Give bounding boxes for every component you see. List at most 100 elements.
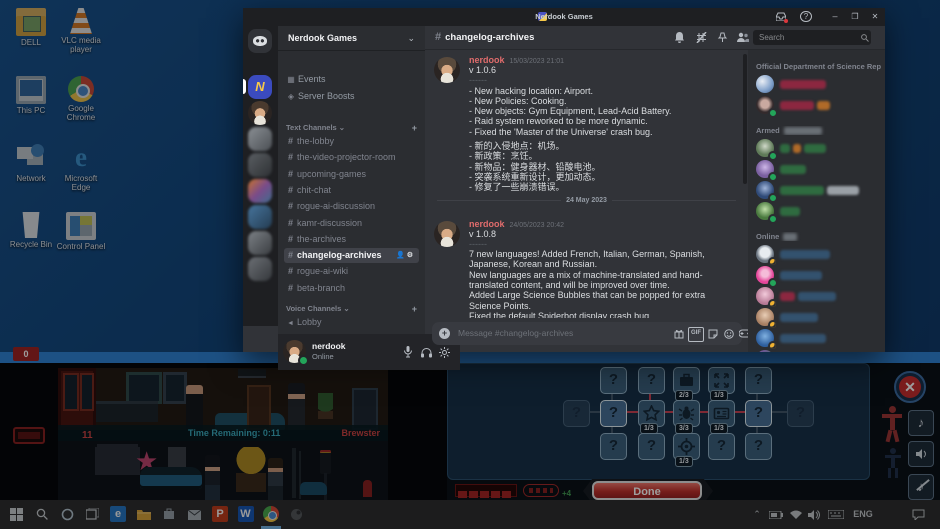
channel-kamr-discussion[interactable]: #kamr-discussion <box>284 216 419 231</box>
member-row[interactable] <box>756 96 881 115</box>
member-row[interactable] <box>756 139 881 158</box>
skill-node-bug[interactable]: 3/3 <box>673 400 700 427</box>
section-header[interactable]: Text Channels ⌄+ <box>286 122 417 134</box>
member-row[interactable] <box>756 181 881 200</box>
sticker-icon[interactable] <box>706 327 720 340</box>
gift-icon[interactable] <box>672 327 686 340</box>
skill-node-question[interactable]: ? <box>787 400 814 427</box>
taskbar-powerpoint-button[interactable]: P <box>210 505 230 524</box>
skill-node-card[interactable]: 1/3 <box>708 400 735 427</box>
discord-home-button[interactable] <box>248 29 272 53</box>
members-icon[interactable] <box>734 30 750 46</box>
taskbar-cortana-button[interactable] <box>57 505 77 524</box>
server-icon-blur-a[interactable] <box>248 127 272 151</box>
scrollbar[interactable] <box>743 54 747 184</box>
battery-icon[interactable] <box>768 500 784 529</box>
channel-changelog-archives[interactable]: #changelog-archives👤⚙ <box>284 248 419 263</box>
message-input[interactable]: + Message #changelog-archives GIF <box>432 322 742 345</box>
skill-node-question[interactable]: ? <box>563 400 590 427</box>
server-icon-face[interactable] <box>248 101 272 125</box>
volume-icon[interactable] <box>806 500 822 529</box>
member-row[interactable] <box>756 308 881 327</box>
search-input[interactable]: Search <box>753 30 871 45</box>
server-icon-blur-b[interactable] <box>248 153 272 177</box>
taskbar-store-button[interactable] <box>159 505 179 524</box>
bell-icon[interactable] <box>671 30 687 46</box>
server-icon-blur-e[interactable] <box>248 231 272 255</box>
touch-keyboard-icon[interactable] <box>826 500 846 529</box>
skill-node-question[interactable]: ? <box>600 433 627 460</box>
sidebar-menu-server-boosts[interactable]: ◈Server Boosts <box>284 89 419 104</box>
skill-node-question[interactable]: ? <box>745 367 772 394</box>
taskbar-start-button[interactable] <box>6 505 26 524</box>
skill-node-question[interactable]: ? <box>638 367 665 394</box>
sound-toggle-button[interactable] <box>908 441 934 467</box>
member-row[interactable] <box>756 350 881 352</box>
invite-and-settings-icons[interactable]: 👤⚙ <box>396 248 415 263</box>
help-icon[interactable]: ? <box>796 8 816 26</box>
taskbar-edge-button[interactable]: e <box>108 505 128 524</box>
taskbar-explorer-button[interactable] <box>134 505 154 524</box>
taskbar-word-button[interactable]: W <box>236 505 256 524</box>
message-author[interactable]: nerdook <box>469 55 505 65</box>
add-channel-icon[interactable]: + <box>412 122 417 134</box>
taskbar-taskview-button[interactable] <box>83 505 103 524</box>
member-row[interactable] <box>756 245 881 264</box>
message-author[interactable]: nerdook <box>469 219 505 229</box>
channel-chit-chat[interactable]: #chit-chat <box>284 183 419 198</box>
taskbar-mail-button[interactable] <box>185 505 205 524</box>
close-button[interactable]: ✕ <box>865 8 885 26</box>
server-icon-blur-d[interactable] <box>248 205 272 229</box>
server-icon-blur-f[interactable] <box>248 257 272 281</box>
channel-rogue-ai-wiki[interactable]: #rogue-ai-wiki <box>284 264 419 279</box>
channel-the-archives[interactable]: #the-archives <box>284 232 419 247</box>
skill-node-question[interactable]: ? <box>600 367 627 394</box>
taskbar-search-button[interactable] <box>32 505 52 524</box>
window-titlebar[interactable]: Nerdook Games ? – ❐ ✕ <box>243 8 885 26</box>
tray-chevron-icon[interactable]: ⌃ <box>750 500 764 529</box>
skill-node-question[interactable]: ? <box>708 433 735 460</box>
channel-the-video-projector-room[interactable]: #the-video-projector-room <box>284 150 419 165</box>
attach-plus-icon[interactable]: + <box>439 328 450 339</box>
gif-icon[interactable]: GIF <box>688 327 704 342</box>
sidebar-menu-events[interactable]: ▦Events <box>284 72 419 87</box>
taskbar-steam-button[interactable] <box>287 505 307 524</box>
section-header[interactable]: Voice Channels ⌄+ <box>286 303 417 315</box>
skill-node-question[interactable]: ? <box>745 400 772 427</box>
server-icon-blur-c[interactable] <box>248 179 272 203</box>
avatar[interactable] <box>434 57 460 83</box>
member-row[interactable] <box>756 75 881 94</box>
music-toggle-button[interactable]: ♪ <box>908 410 934 436</box>
avatar[interactable] <box>283 340 306 363</box>
inbox-icon[interactable] <box>771 8 791 26</box>
music-mute-button[interactable]: ♪ <box>908 474 934 500</box>
skill-node-briefcase[interactable]: 2/3 <box>673 367 700 394</box>
mic-icon[interactable] <box>400 344 416 360</box>
channel-the-lobby[interactable]: #the-lobby <box>284 134 419 149</box>
member-row[interactable] <box>756 287 881 306</box>
skill-node-question[interactable]: ? <box>745 433 772 460</box>
channel-upcoming-games[interactable]: #upcoming-games <box>284 167 419 182</box>
settings-gear-icon[interactable] <box>436 344 452 360</box>
minimize-button[interactable]: – <box>825 8 845 26</box>
threads-icon[interactable] <box>693 30 709 46</box>
emoji-icon[interactable] <box>722 327 736 340</box>
member-row[interactable] <box>756 160 881 179</box>
action-center-icon[interactable] <box>908 500 928 529</box>
skill-node-star[interactable]: 1/3 <box>638 400 665 427</box>
server-header[interactable]: Nerdook Games ⌄ <box>278 26 425 51</box>
skill-node-target[interactable]: 1/3 <box>673 433 700 460</box>
member-row[interactable] <box>756 266 881 285</box>
skill-node-question[interactable]: ? <box>638 433 665 460</box>
pin-icon[interactable] <box>714 30 730 46</box>
add-channel-icon[interactable]: + <box>412 303 417 315</box>
maximize-button[interactable]: ❐ <box>845 8 865 26</box>
server-icon-brand[interactable]: N <box>248 75 272 99</box>
member-row[interactable] <box>756 202 881 221</box>
done-button[interactable]: Done <box>592 481 702 500</box>
skill-node-question[interactable]: ? <box>600 400 627 427</box>
skill-node-expand[interactable]: 1/3 <box>708 367 735 394</box>
wifi-icon[interactable] <box>788 500 804 529</box>
avatar[interactable] <box>434 221 460 247</box>
headphones-icon[interactable] <box>418 344 434 360</box>
